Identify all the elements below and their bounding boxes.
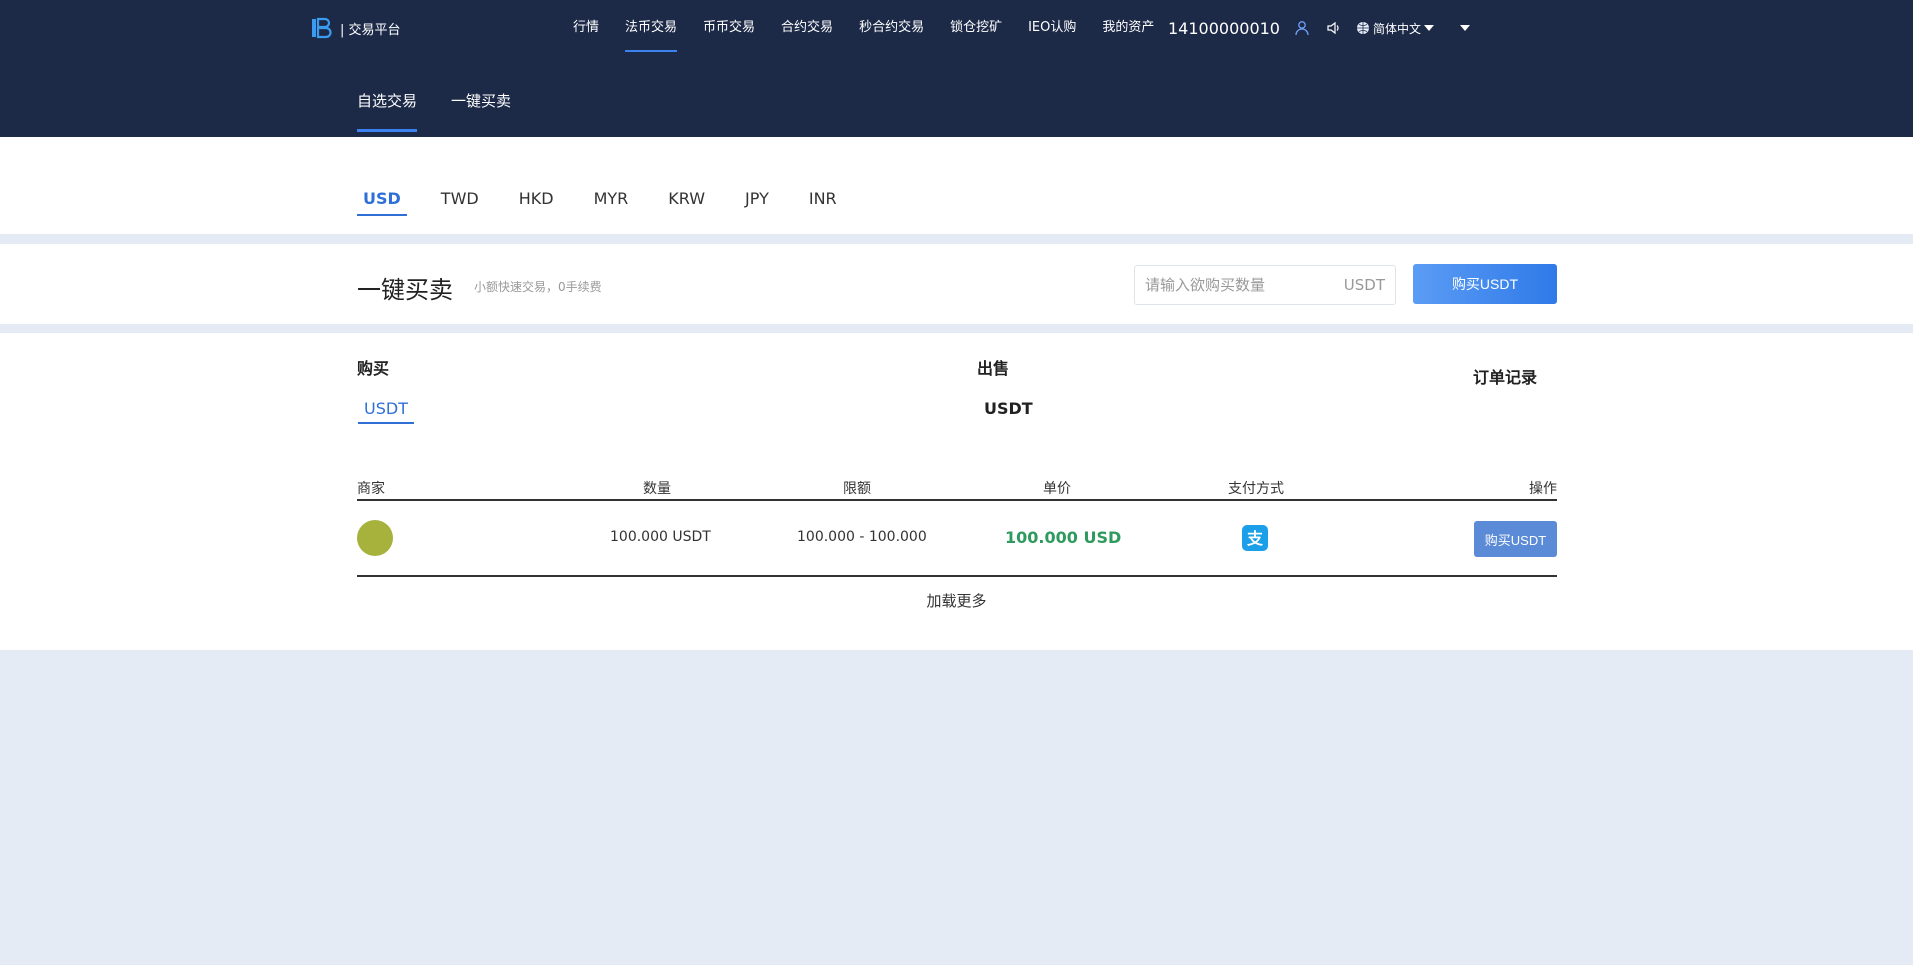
currency-section: USD TWD HKD MYR KRW JPY INR — [0, 137, 1913, 234]
currency-tab-krw[interactable]: KRW — [662, 189, 711, 214]
chevron-down-icon — [1424, 25, 1434, 31]
row-buy-button[interactable]: 购买USDT — [1474, 521, 1557, 557]
nav-ieo[interactable]: IEO认购 — [1015, 0, 1089, 56]
currency-tab-jpy[interactable]: JPY — [739, 189, 775, 214]
tab-optional-trade[interactable]: 自选交易 — [357, 90, 418, 132]
header-right: 14100000010 简体中文 — [1168, 0, 1470, 56]
quantity-unit: USDT — [1343, 276, 1385, 294]
currency-tab-twd[interactable]: TWD — [435, 189, 485, 214]
quick-buy-button[interactable]: 购买USDT — [1413, 264, 1557, 304]
account-id[interactable]: 14100000010 — [1168, 19, 1280, 38]
language-selector[interactable]: 简体中文 — [1356, 20, 1434, 37]
speaker-icon[interactable] — [1324, 18, 1344, 38]
currency-tabs: USD TWD HKD MYR KRW JPY INR — [357, 189, 843, 216]
order-history-link[interactable]: 订单记录 — [1473, 364, 1537, 388]
top-header: | 交易平台 行情 法币交易 币币交易 合约交易 秒合约交易 锁仓挖矿 IEO认… — [0, 0, 1913, 137]
load-more-link[interactable]: 加载更多 — [926, 592, 986, 610]
col-action: 操作 — [1529, 481, 1557, 497]
quick-trade-title: 一键买卖 — [357, 276, 453, 304]
load-more: 加载更多 — [0, 590, 1913, 611]
globe-icon — [1356, 22, 1369, 34]
nav-second-contract[interactable]: 秒合约交易 — [846, 0, 937, 56]
offers-table: 商家 数量 限额 单价 支付方式 操作 100.000 USDT 100.000… — [357, 473, 1557, 577]
col-quantity: 数量 — [643, 481, 671, 497]
currency-tab-myr[interactable]: MYR — [588, 189, 635, 214]
col-payment: 支付方式 — [1228, 481, 1284, 497]
nav-fiat-trade[interactable]: 法币交易 — [612, 0, 690, 56]
row-quantity: 100.000 USDT — [610, 529, 711, 545]
sell-coin-tab[interactable]: USDT — [984, 399, 1033, 418]
table-header: 商家 数量 限额 单价 支付方式 操作 — [357, 473, 1557, 501]
nav-my-assets[interactable]: 我的资产 — [1089, 0, 1167, 56]
quick-trade-section: 一键买卖 小额快速交易，0手续费 USDT 购买USDT — [0, 244, 1913, 324]
nav-contract-trade[interactable]: 合约交易 — [768, 0, 846, 56]
buy-coin-tab[interactable]: USDT — [358, 399, 414, 424]
quick-trade-subtitle: 小额快速交易，0手续费 — [474, 280, 602, 294]
merchant-avatar[interactable] — [357, 520, 393, 556]
language-label: 简体中文 — [1372, 21, 1421, 36]
main-nav: 行情 法币交易 币币交易 合约交易 秒合约交易 锁仓挖矿 IEO认购 我的资产 — [560, 0, 1167, 56]
buy-side-tab[interactable]: 购买 — [357, 355, 389, 379]
logo[interactable]: | 交易平台 — [310, 16, 401, 40]
alipay-icon: 支 — [1242, 525, 1268, 551]
nav-coin-trade[interactable]: 币币交易 — [690, 0, 768, 56]
logo-text: | 交易平台 — [340, 22, 401, 38]
quantity-input[interactable] — [1135, 266, 1344, 304]
row-price: 100.000 USD — [1005, 528, 1122, 547]
currency-tab-inr[interactable]: INR — [803, 189, 843, 214]
nav-market[interactable]: 行情 — [560, 0, 612, 56]
sub-tabs: 自选交易 一键买卖 — [357, 90, 511, 132]
sell-side-tab[interactable]: 出售 — [977, 355, 1009, 379]
col-price: 单价 — [1043, 481, 1071, 497]
user-icon[interactable] — [1292, 18, 1312, 38]
brand-logo-icon — [312, 17, 332, 39]
table-row: 100.000 USDT 100.000 - 100.000 100.000 U… — [357, 501, 1557, 577]
svg-text:支: 支 — [1246, 529, 1264, 548]
currency-tab-usd[interactable]: USD — [357, 189, 407, 216]
nav-lock-mining[interactable]: 锁仓挖矿 — [937, 0, 1015, 56]
row-limit: 100.000 - 100.000 — [797, 529, 927, 545]
col-merchant: 商家 — [357, 481, 385, 497]
tab-quick-trade[interactable]: 一键买卖 — [451, 90, 511, 131]
quantity-field: USDT — [1134, 265, 1396, 305]
more-dropdown-icon[interactable] — [1460, 25, 1470, 31]
currency-tab-hkd[interactable]: HKD — [513, 189, 560, 214]
col-limit: 限额 — [843, 481, 871, 497]
